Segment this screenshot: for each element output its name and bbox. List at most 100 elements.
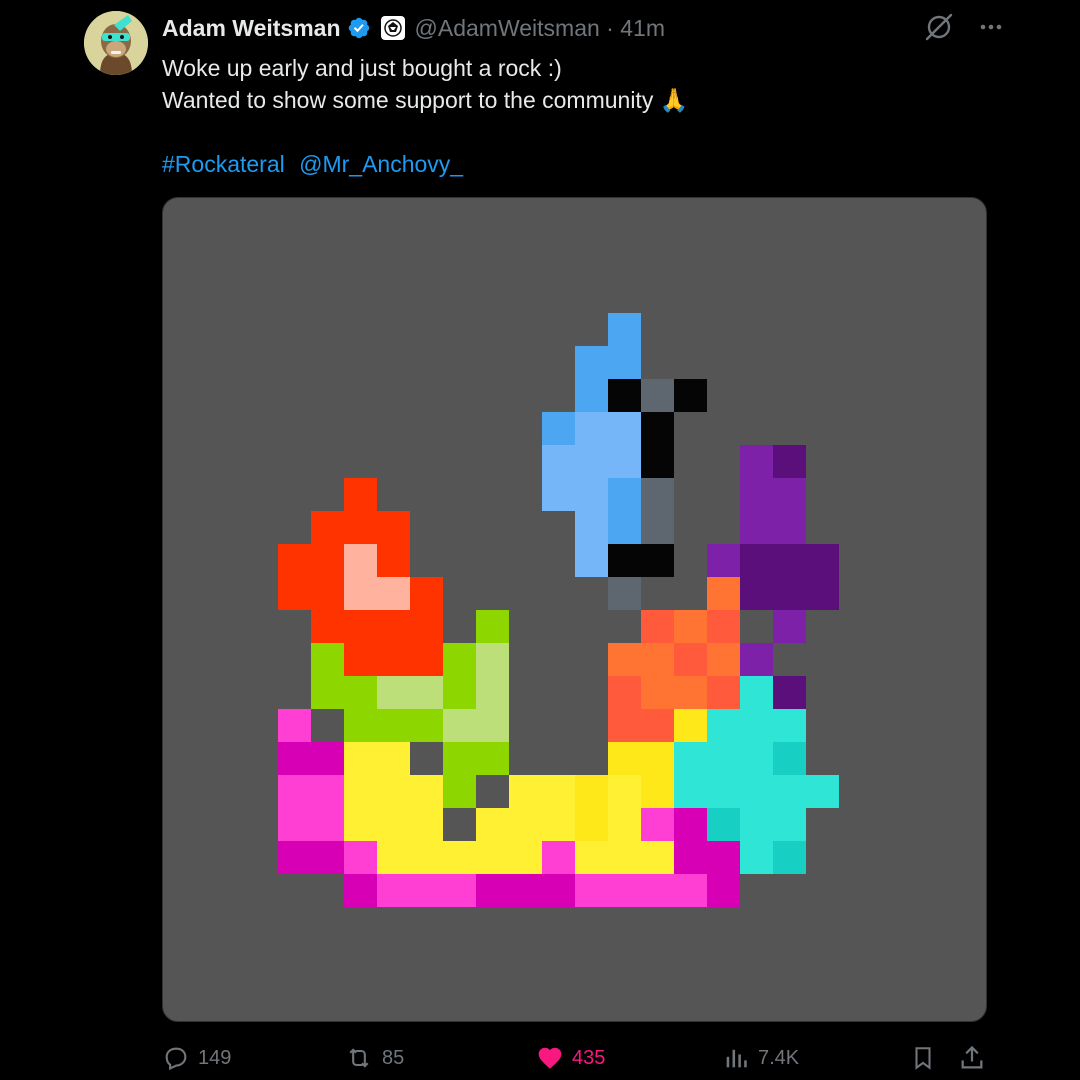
tweet-media[interactable] bbox=[162, 197, 987, 1022]
pixel-block bbox=[608, 742, 641, 775]
pixel-block bbox=[674, 841, 707, 874]
reply-button[interactable]: 149 bbox=[162, 1040, 231, 1076]
pixel-block bbox=[773, 577, 806, 610]
tweet-time[interactable]: 41m bbox=[620, 15, 665, 42]
pixel-block bbox=[773, 478, 806, 511]
reply-count: 149 bbox=[198, 1046, 232, 1069]
more-options-icon[interactable] bbox=[978, 14, 1004, 40]
pixel-block bbox=[707, 577, 740, 610]
pixel-block bbox=[377, 841, 410, 874]
pixel-block bbox=[344, 742, 377, 775]
pixel-block bbox=[542, 874, 575, 907]
pixel-block bbox=[410, 577, 443, 610]
pixel-block bbox=[641, 412, 674, 445]
mention-link[interactable]: @Mr_Anchovy_ bbox=[299, 151, 463, 177]
pixel-block bbox=[278, 577, 311, 610]
pixel-block bbox=[641, 379, 674, 412]
pixel-block bbox=[443, 874, 476, 907]
time-separator: · bbox=[599, 14, 621, 41]
pixel-block bbox=[740, 511, 773, 544]
share-icon bbox=[961, 1045, 983, 1069]
reply-icon bbox=[165, 1047, 187, 1071]
pixel-block bbox=[707, 808, 740, 841]
pixel-block bbox=[443, 775, 476, 808]
tweet-header: Adam Weitsman @AdamWeitsman · 41m bbox=[162, 12, 665, 44]
pixel-block bbox=[608, 412, 641, 445]
pixel-block bbox=[377, 577, 410, 610]
pixel-block bbox=[410, 676, 443, 709]
pixel-block bbox=[773, 610, 806, 643]
pixel-block bbox=[575, 511, 608, 544]
pixel-block bbox=[740, 808, 773, 841]
pixel-block bbox=[674, 676, 707, 709]
views-button[interactable]: 7.4K bbox=[722, 1040, 799, 1076]
pixel-block bbox=[542, 841, 575, 874]
pixel-block bbox=[344, 874, 377, 907]
pixel-block bbox=[773, 544, 806, 577]
pixel-block bbox=[377, 874, 410, 907]
pixel-block bbox=[608, 775, 641, 808]
pixel-block bbox=[608, 643, 641, 676]
pixel-block bbox=[773, 742, 806, 775]
affiliation-emblem-icon bbox=[383, 19, 402, 37]
hashtag-link[interactable]: #Rockateral bbox=[162, 151, 285, 177]
pixel-block bbox=[608, 313, 641, 346]
pixel-block bbox=[773, 775, 806, 808]
pixel-block bbox=[509, 808, 542, 841]
pixel-block bbox=[311, 544, 344, 577]
pixel-block bbox=[410, 610, 443, 643]
pixel-block bbox=[740, 676, 773, 709]
affiliation-logo-icon[interactable] bbox=[380, 16, 405, 40]
verified-badge-icon[interactable] bbox=[347, 16, 371, 40]
pixel-block bbox=[773, 709, 806, 742]
pixel-block bbox=[740, 478, 773, 511]
pixel-block bbox=[641, 742, 674, 775]
pixel-block bbox=[806, 544, 839, 577]
pixel-block bbox=[476, 742, 509, 775]
pixel-block bbox=[575, 478, 608, 511]
pixel-block bbox=[542, 478, 575, 511]
pixel-block bbox=[575, 412, 608, 445]
pixel-block bbox=[443, 841, 476, 874]
retweet-button[interactable]: 85 bbox=[344, 1040, 404, 1076]
pixel-block bbox=[674, 808, 707, 841]
pixel-block bbox=[443, 742, 476, 775]
pixel-block bbox=[344, 775, 377, 808]
pixel-block bbox=[641, 643, 674, 676]
pixel-block bbox=[410, 709, 443, 742]
pixel-block bbox=[476, 676, 509, 709]
pixel-block bbox=[476, 610, 509, 643]
pixel-block bbox=[344, 676, 377, 709]
pixel-block bbox=[311, 775, 344, 808]
pixel-block bbox=[641, 610, 674, 643]
heart-icon bbox=[538, 1047, 562, 1069]
pixel-block bbox=[773, 808, 806, 841]
pixel-block bbox=[641, 874, 674, 907]
pixel-block bbox=[344, 709, 377, 742]
pixel-block bbox=[344, 511, 377, 544]
pixel-block bbox=[641, 709, 674, 742]
like-button[interactable]: 435 bbox=[536, 1040, 605, 1076]
author-handle[interactable]: @AdamWeitsman bbox=[415, 15, 600, 42]
pixel-block bbox=[278, 544, 311, 577]
grok-icon[interactable] bbox=[924, 12, 954, 42]
pixel-block bbox=[641, 511, 674, 544]
bookmark-button[interactable] bbox=[910, 1040, 936, 1076]
pixel-block bbox=[542, 775, 575, 808]
avatar[interactable] bbox=[84, 11, 148, 75]
pixel-block bbox=[707, 841, 740, 874]
tweet-text-spacer bbox=[162, 116, 962, 148]
pixel-block bbox=[278, 709, 311, 742]
pixel-block bbox=[377, 808, 410, 841]
pixel-block bbox=[410, 775, 443, 808]
pixel-block bbox=[608, 676, 641, 709]
pixel-block bbox=[674, 709, 707, 742]
share-button[interactable] bbox=[958, 1040, 986, 1076]
pixel-block bbox=[410, 643, 443, 676]
pixel-block bbox=[509, 874, 542, 907]
pixel-block bbox=[476, 874, 509, 907]
pixel-block bbox=[377, 511, 410, 544]
pixel-block bbox=[707, 643, 740, 676]
retweet-count: 85 bbox=[382, 1046, 405, 1069]
author-name[interactable]: Adam Weitsman bbox=[162, 15, 341, 42]
